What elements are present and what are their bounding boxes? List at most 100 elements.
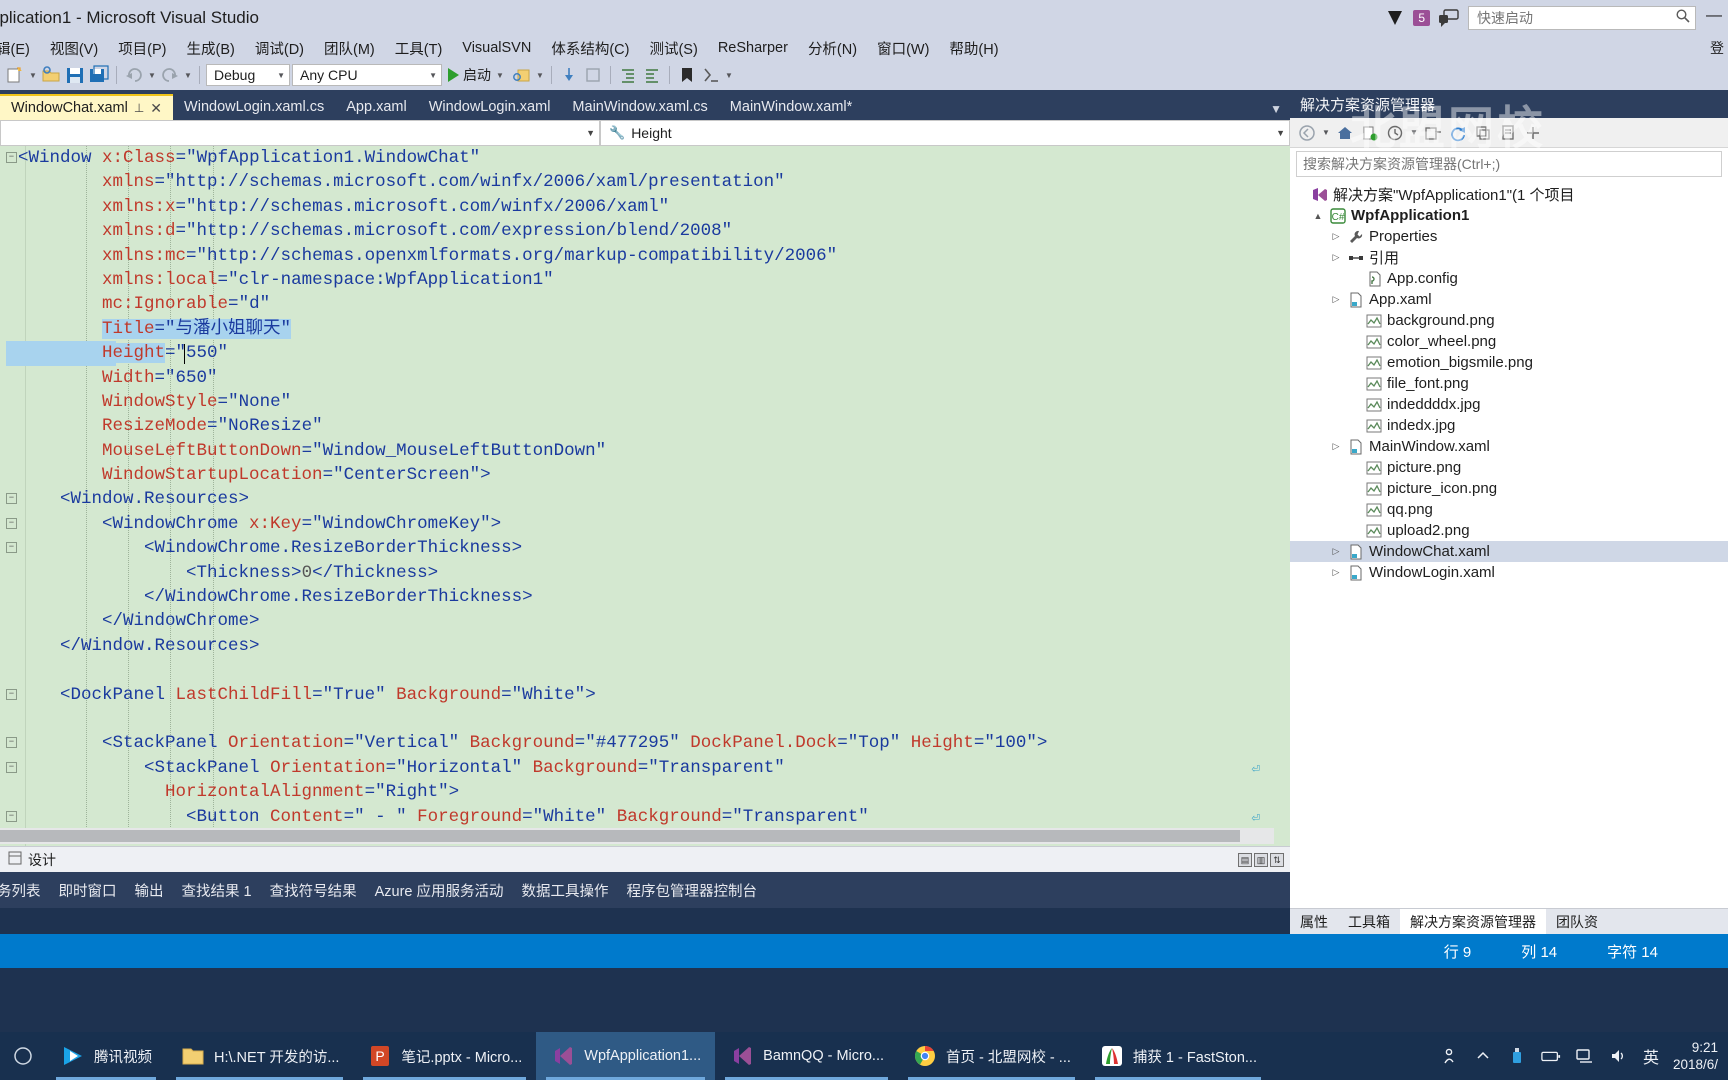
step-into-icon[interactable] (558, 64, 580, 86)
expand-collapse-icon-collapsed[interactable]: ▷ (1330, 441, 1342, 452)
fold-toggle-icon[interactable]: − (6, 517, 17, 529)
attach-dropdown-arrow[interactable]: ▼ (535, 71, 545, 80)
bottom-tab-azure[interactable]: Azure 应用服务活动 (366, 880, 513, 901)
code-line[interactable]: xmlns:d="http://schemas.microsoft.com/ex… (18, 219, 1272, 243)
show-all-files-icon[interactable] (1422, 122, 1444, 144)
code-line[interactable]: − <StackPanel Orientation="Horizontal" B… (6, 756, 1272, 780)
back-icon[interactable] (1296, 122, 1318, 144)
expand-collapse-icon-collapsed[interactable]: ▷ (1330, 567, 1342, 578)
bookmark-icon[interactable] (676, 64, 698, 86)
person-icon[interactable] (1439, 1046, 1459, 1066)
solution-configuration-dropdown[interactable]: Debug ▼ (206, 64, 290, 86)
taskbar-clock[interactable]: 9:21 2018/6/ (1673, 1039, 1718, 1073)
feedback-icon[interactable] (1438, 8, 1460, 28)
solution-explorer-item[interactable]: color_wheel.png (1290, 331, 1728, 352)
start-debug-button[interactable]: 启动 ▼ (444, 65, 509, 85)
code-line[interactable]: xmlns:local="clr-namespace:WpfApplicatio… (18, 268, 1272, 292)
menu-item-project[interactable]: 项目(P) (108, 36, 176, 61)
code-line[interactable]: <Thickness>0</Thickness> (18, 561, 1272, 585)
code-line[interactable]: ResizeMode="NoResize" (18, 414, 1272, 438)
bottom-tab-data-tools[interactable]: 数据工具操作 (513, 880, 618, 901)
expand-collapse-icon-expanded[interactable]: ▲ (1312, 211, 1324, 221)
code-line[interactable]: − <WindowChrome x:Key="WindowChromeKey"> (6, 512, 1272, 536)
minimize-button[interactable]: — (1706, 8, 1722, 27)
window-controls[interactable]: — (1704, 8, 1722, 27)
undo-icon[interactable] (123, 64, 145, 86)
solution-explorer-item[interactable]: ▷ 引用 (1290, 247, 1728, 268)
save-all-icon[interactable] (88, 64, 110, 86)
back-dropdown-arrow[interactable]: ▼ (1321, 128, 1331, 137)
comment-icon[interactable] (700, 64, 722, 86)
solution-platform-dropdown[interactable]: Any CPU ▼ (292, 64, 442, 86)
code-line[interactable]: HorizontalAlignment="Right"> (18, 780, 1272, 804)
taskbar-item-chrome[interactable]: 首页 - 北盟网校 - ... (898, 1032, 1085, 1080)
menu-item-analyze[interactable]: 分析(N) (798, 36, 867, 61)
code-line[interactable]: − <StackPanel Orientation="Vertical" Bac… (6, 731, 1272, 755)
refresh-icon[interactable] (1447, 122, 1469, 144)
menu-item-visualsvn[interactable]: VisualSVN (452, 38, 541, 58)
solution-explorer-item[interactable]: ▷ App.xaml (1290, 289, 1728, 310)
new-project-icon[interactable] (4, 64, 26, 86)
hscrollbar-thumb[interactable] (0, 830, 1240, 842)
solution-explorer-item[interactable]: background.png (1290, 310, 1728, 331)
editor-horizontal-scrollbar[interactable] (0, 828, 1274, 844)
step-over-icon[interactable] (582, 64, 604, 86)
code-line[interactable]: Width="650" (18, 366, 1272, 390)
home-icon[interactable] (1334, 122, 1356, 144)
tab-mainwindow-xaml[interactable]: MainWindow.xaml* (719, 94, 864, 120)
code-line[interactable]: </Window.Resources> (18, 634, 1272, 658)
solution-explorer-item[interactable]: ▷ WindowChat.xaml (1290, 541, 1728, 562)
split-horizontal-button[interactable]: ▤ (1238, 852, 1252, 867)
save-icon[interactable] (64, 64, 86, 86)
notification-flag-icon[interactable] (1385, 8, 1405, 28)
indent-decrease-icon[interactable] (641, 64, 663, 86)
toolbar-overflow-arrow[interactable]: ▼ (724, 71, 734, 80)
show-hidden-icons-chevron-icon[interactable] (1473, 1046, 1493, 1066)
solution-explorer-item[interactable]: picture.png (1290, 457, 1728, 478)
code-line[interactable]: WindowStyle="None" (18, 390, 1272, 414)
close-icon[interactable]: ✕ (150, 100, 162, 117)
code-line[interactable]: </WindowChrome.ResizeBorderThickness> (18, 585, 1272, 609)
start-dropdown-arrow[interactable]: ▼ (495, 71, 505, 80)
fold-toggle-icon[interactable]: − (6, 152, 17, 163)
start-button[interactable] (0, 1032, 46, 1080)
type-dropdown[interactable]: ▼ (0, 120, 600, 146)
bottom-tab-find-results-1[interactable]: 查找结果 1 (173, 880, 261, 901)
network-icon[interactable] (1575, 1046, 1595, 1066)
menu-item-debug[interactable]: 调试(D) (245, 36, 314, 61)
fold-toggle-icon[interactable]: − (6, 542, 17, 554)
code-line[interactable]: − <Window.Resources> (6, 487, 1272, 511)
menu-item-build[interactable]: 生成(B) (177, 36, 245, 61)
pending-changes-icon[interactable] (1384, 122, 1406, 144)
solution-explorer-search-box[interactable] (1296, 151, 1722, 177)
code-line[interactable]: Height="550" (6, 341, 1272, 366)
panel-tab-toolbox[interactable]: 工具箱 (1338, 912, 1400, 932)
solution-explorer-item[interactable]: 解决方案"WpfApplication1"(1 个项目 (1290, 184, 1728, 205)
solution-explorer-item[interactable]: ▲ C# WpfApplication1 (1290, 205, 1728, 226)
properties-window-icon[interactable] (1497, 122, 1519, 144)
taskbar-item-powerpoint[interactable]: P 笔记.pptx - Micro... (353, 1032, 536, 1080)
code-line[interactable] (18, 707, 1272, 731)
ime-indicator[interactable]: 英 (1643, 1044, 1659, 1068)
solution-explorer-tree[interactable]: 解决方案"WpfApplication1"(1 个项目 ▲ C# WpfApplica… (1290, 180, 1728, 583)
solution-explorer-item[interactable]: indeddddx.jpg (1290, 394, 1728, 415)
redo-icon[interactable] (159, 64, 181, 86)
code-line[interactable]: − <WindowChrome.ResizeBorderThickness> (6, 536, 1272, 560)
panel-tab-solution-explorer[interactable]: 解决方案资源管理器 (1400, 909, 1546, 934)
bottom-tab-package-manager[interactable]: 程序包管理器控制台 (618, 880, 767, 901)
menu-item-edit[interactable]: 辑(E) (0, 36, 40, 61)
panel-tab-properties[interactable]: 属性 (1290, 912, 1338, 932)
code-line[interactable]: − <DockPanel LastChildFill="True" Backgr… (6, 683, 1272, 707)
expand-collapse-icon-collapsed[interactable]: ▷ (1330, 252, 1342, 263)
preview-selected-items-icon[interactable] (1522, 122, 1544, 144)
redo-dropdown-arrow[interactable]: ▼ (183, 71, 193, 80)
expand-collapse-icon-collapsed[interactable]: ▷ (1330, 294, 1342, 305)
code-line[interactable]: WindowStartupLocation="CenterScreen"> (18, 463, 1272, 487)
taskbar-item-wpfapplication1[interactable]: WpfApplication1... (536, 1032, 716, 1080)
menu-item-team[interactable]: 团队(M) (314, 36, 385, 61)
fold-toggle-icon[interactable]: − (6, 737, 17, 749)
code-line[interactable]: xmlns:x="http://schemas.microsoft.com/wi… (18, 195, 1272, 219)
tab-windowlogin-xaml-cs[interactable]: WindowLogin.xaml.cs (173, 94, 335, 120)
solution-explorer-item[interactable]: indedx.jpg (1290, 415, 1728, 436)
design-view-icon[interactable] (8, 851, 22, 868)
